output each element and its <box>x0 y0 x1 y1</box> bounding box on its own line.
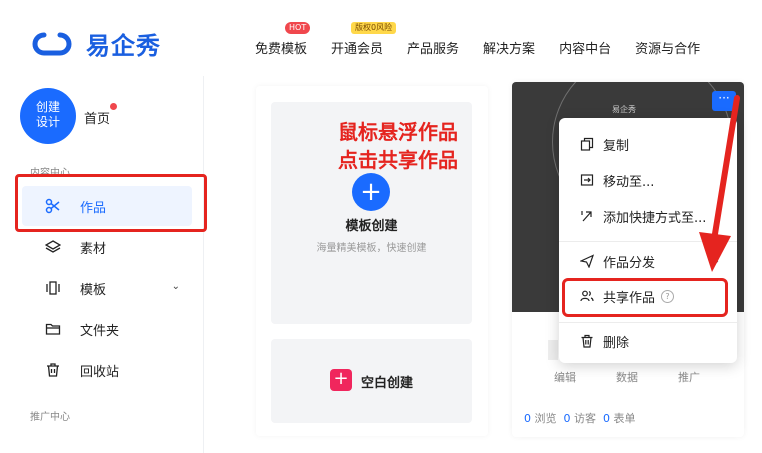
brand-name: 易企秀 <box>86 32 161 60</box>
sidebar-item-label: 回收站 <box>80 364 120 380</box>
plus-square-icon: + <box>330 369 352 391</box>
highlight-box-share <box>562 278 728 317</box>
trash-icon <box>44 361 62 379</box>
blank-create-label: 空白创建 <box>361 376 414 391</box>
work-options-menu: 复制 移动至... 添加快捷方式至... 作品分发 › 共享作品 ? 删除 <box>559 118 737 363</box>
sidebar-item-label: 模板 <box>80 282 107 298</box>
menu-item-label: 作品分发 <box>603 255 656 271</box>
chevron-right-icon: › <box>714 254 719 268</box>
sidebar-item-folders[interactable]: 文件夹 <box>22 309 192 349</box>
visitors-label: 访客 <box>574 412 596 425</box>
menu-divider <box>559 241 737 242</box>
forms-count: 0 <box>603 412 610 425</box>
views-count: 0 <box>524 412 531 425</box>
folder-icon <box>44 320 62 338</box>
nav-label: 开通会员 <box>331 42 384 57</box>
views-label: 浏览 <box>534 412 557 425</box>
menu-item-copy[interactable]: 复制 <box>559 128 737 160</box>
tab-data[interactable]: 数据 <box>616 369 638 385</box>
create-design-button[interactable]: 创建 设计 <box>20 88 76 144</box>
sidebar-item-materials[interactable]: 素材 <box>22 227 192 267</box>
move-icon <box>579 172 595 188</box>
chevron-down-icon[interactable]: ⌄ <box>172 281 180 292</box>
sidebar-item-recycle-bin[interactable]: 回收站 <box>22 350 192 390</box>
work-stats: 0 浏览 0 访客 0 表单 <box>524 410 636 426</box>
nav-membership[interactable]: 开通会员 版权0风险 <box>331 22 397 57</box>
copy-icon <box>579 136 595 152</box>
highlight-box-works <box>15 174 207 232</box>
create-label-line1: 创建 <box>35 100 60 114</box>
create-label-line2: 设计 <box>35 115 60 129</box>
shortcut-icon <box>579 208 595 224</box>
annotation-line2: 点击共享作品 <box>338 148 458 172</box>
menu-item-label: 复制 <box>603 138 630 154</box>
menu-divider <box>559 322 737 323</box>
sidebar-item-label: 素材 <box>80 241 107 257</box>
top-nav-bar: 易企秀 免费模板 HOT 开通会员 版权0风险 产品服务 解决方案 内容中台 资… <box>0 0 762 76</box>
divider <box>548 340 558 360</box>
sidebar-item-home[interactable]: 首页 <box>84 108 110 127</box>
trash-icon <box>579 333 595 349</box>
menu-item-label: 删除 <box>603 335 630 351</box>
thumbnail-logo: 易企秀 <box>612 105 636 114</box>
main-nav: 免费模板 HOT 开通会员 版权0风险 产品服务 解决方案 内容中台 资源与合作 <box>255 22 724 57</box>
menu-item-delete[interactable]: 删除 <box>559 325 737 357</box>
visitors-count: 0 <box>563 412 571 425</box>
menu-item-label: 移动至... <box>603 174 655 190</box>
notification-dot <box>110 103 117 110</box>
annotation-line1: 鼠标悬浮作品 <box>338 120 458 144</box>
menu-item-add-shortcut[interactable]: 添加快捷方式至... <box>559 200 737 232</box>
nav-label: 免费模板 <box>255 42 308 57</box>
tab-edit[interactable]: 编辑 <box>554 369 576 385</box>
hot-badge: HOT <box>285 22 311 34</box>
menu-item-move[interactable]: 移动至... <box>559 164 737 196</box>
menu-item-label: 添加快捷方式至... <box>603 210 707 226</box>
sidebar-item-templates[interactable]: 模板 ⌄ <box>22 268 192 308</box>
tab-promote[interactable]: 推广 <box>678 369 700 385</box>
copyright-badge: 版权0风险 <box>351 22 397 34</box>
template-create-title: 模板创建 <box>345 219 398 234</box>
send-icon <box>579 253 595 269</box>
infinity-logo-icon <box>30 29 82 59</box>
template-create-subtitle: 海量精美模板，快速创建 <box>316 243 427 254</box>
nav-solutions[interactable]: 解决方案 <box>483 38 535 57</box>
template-icon <box>44 279 62 297</box>
more-options-button[interactable]: ··· <box>712 91 736 111</box>
brand-logo[interactable]: 易企秀 <box>30 26 161 61</box>
nav-content-hub[interactable]: 内容中台 <box>559 38 611 57</box>
forms-label: 表单 <box>613 412 636 425</box>
tutorial-annotation: 鼠标悬浮作品 点击共享作品 <box>338 118 458 174</box>
layers-icon <box>44 238 62 256</box>
sidebar-item-label: 文件夹 <box>80 323 120 339</box>
nav-resources[interactable]: 资源与合作 <box>635 38 700 57</box>
nav-products[interactable]: 产品服务 <box>407 38 459 57</box>
menu-item-distribute[interactable]: 作品分发 › <box>559 245 737 277</box>
nav-free-templates[interactable]: 免费模板 HOT <box>255 22 311 57</box>
plus-icon[interactable]: + <box>352 173 390 211</box>
section-label-promo: 推广中心 <box>30 412 70 423</box>
sidebar: 创建 设计 首页 内容中心 作品 素材 模板 ⌄ 文件夹 回收站 推广中心 <box>8 76 204 453</box>
